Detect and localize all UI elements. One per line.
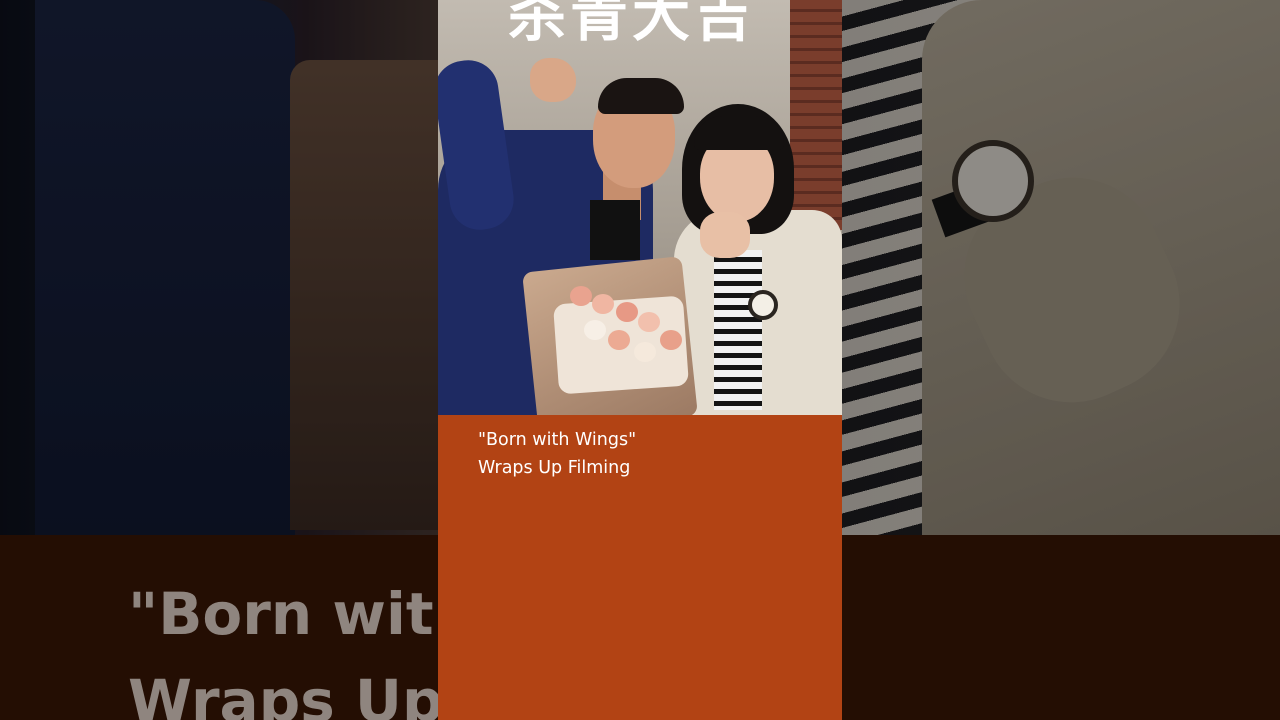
headline-line-2: Wraps Up Filming [478,458,631,478]
wrap-party-photo: 杀青大吉 [438,0,842,415]
woman-pointing-hand [700,212,750,258]
background-left-panel: "Born with Wraps Up [0,0,438,720]
rose-flower [638,312,660,332]
man-raised-arm [438,56,518,234]
news-card[interactable]: 杀青大吉 "Born with Wings" Wraps Up Filming [438,0,842,720]
calligraphy-banner-text: 杀青大吉 [508,0,757,49]
video-player-frame[interactable]: "Born with Wraps Up [0,0,1280,720]
man-peace-sign-hand [530,58,576,102]
rose-flower [584,320,606,340]
rose-flower [616,302,638,322]
rose-flower [660,330,682,350]
background-right-panel [842,0,1280,720]
headline-caption: "Born with Wings" Wraps Up Filming [478,426,636,482]
rose-flower [592,294,614,314]
woman-wristwatch [748,290,778,320]
rose-flower [634,342,656,362]
background-caption-line-1: "Born with [128,580,438,648]
headline-line-1: "Born with Wings" [478,430,637,450]
woman-striped-shirt [714,250,762,410]
man-hair [598,78,684,114]
rose-flower [570,286,592,306]
background-caption-line-2: Wraps Up [128,667,438,720]
brick-wall [790,0,842,230]
rose-flower [608,330,630,350]
